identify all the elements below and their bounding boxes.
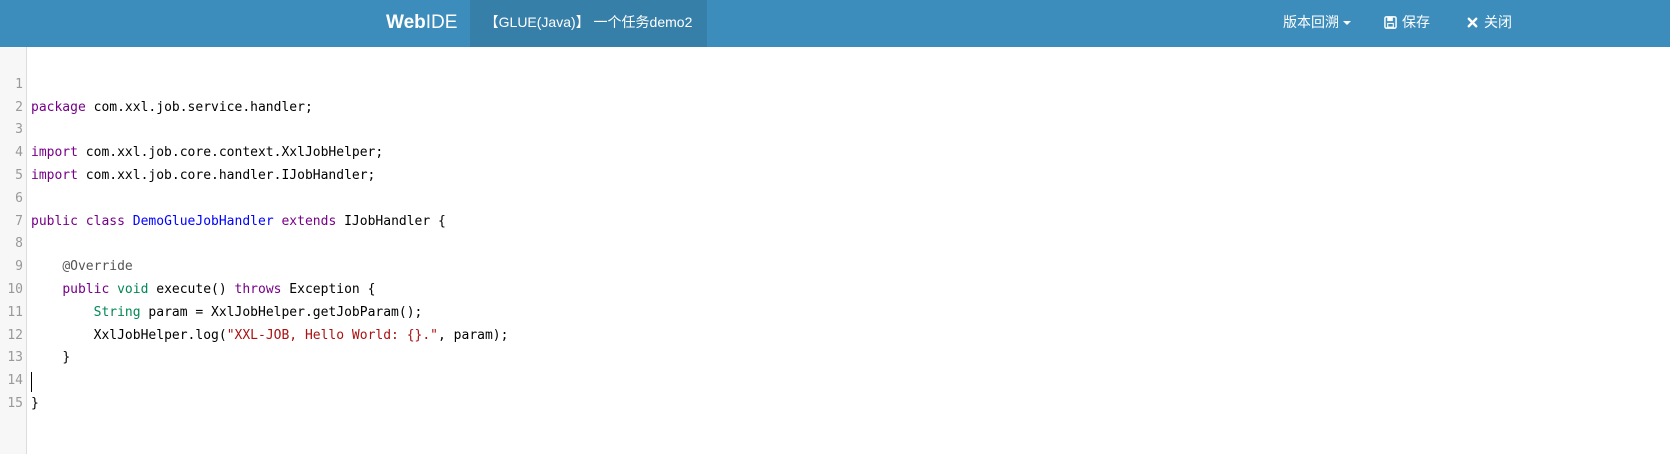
code-line: 10 String param = XxlJobHelper.getJobPar…	[0, 256, 1670, 320]
app-brand[interactable]: WebIDE	[386, 0, 457, 47]
code-line: 6 public class DemoGlueJobHandler extend…	[0, 165, 1670, 229]
close-label: 关闭	[1484, 14, 1512, 30]
caret-down-icon	[1343, 21, 1351, 26]
code-line: 3 import com.xxl.job.core.context.XxlJob…	[0, 97, 1670, 160]
code-line: 9 public void execute() throws Exception…	[0, 233, 1670, 297]
close-icon	[1467, 17, 1478, 28]
text-cursor	[31, 372, 32, 392]
version-rollback-label: 版本回溯	[1283, 14, 1339, 30]
top-navbar: WebIDE 【GLUE(Java)】 一个任务demo2 版本回溯 保存 关闭	[0, 0, 1670, 47]
code-line: 13	[0, 325, 1670, 365]
close-button[interactable]: 关闭	[1466, 0, 1512, 47]
code-line: 11 XxlJobHelper.log("XXL-JOB, Hello Worl…	[0, 279, 1670, 343]
code-line: 15	[0, 370, 1670, 411]
code-line: 7	[0, 188, 1670, 229]
code-editor[interactable]: 1 package com.xxl.job.service.handler; 2…	[0, 47, 1670, 454]
save-label: 保存	[1402, 14, 1430, 30]
code-line: 2	[0, 74, 1670, 115]
save-button[interactable]: 保存	[1384, 0, 1430, 47]
floppy-disk-icon	[1384, 16, 1397, 29]
code-line: 14 }	[0, 347, 1670, 411]
task-title: 【GLUE(Java)】 一个任务demo2	[484, 14, 693, 30]
code-line: 5	[0, 142, 1670, 183]
task-title-tab: 【GLUE(Java)】 一个任务demo2	[470, 0, 707, 47]
brand-bold: Web	[386, 12, 426, 33]
line-code: }	[31, 395, 39, 411]
brand-rest: IDE	[425, 12, 458, 33]
code-line: 1 package com.xxl.job.service.handler;	[0, 51, 1670, 115]
line-number: 15	[7, 395, 23, 411]
code-line: 12 }	[0, 302, 1670, 366]
version-rollback-dropdown[interactable]: 版本回溯	[1283, 0, 1351, 47]
code-line: 4 import com.xxl.job.core.handler.IJobHa…	[0, 119, 1670, 183]
code-line: 8 @Override	[0, 211, 1670, 274]
